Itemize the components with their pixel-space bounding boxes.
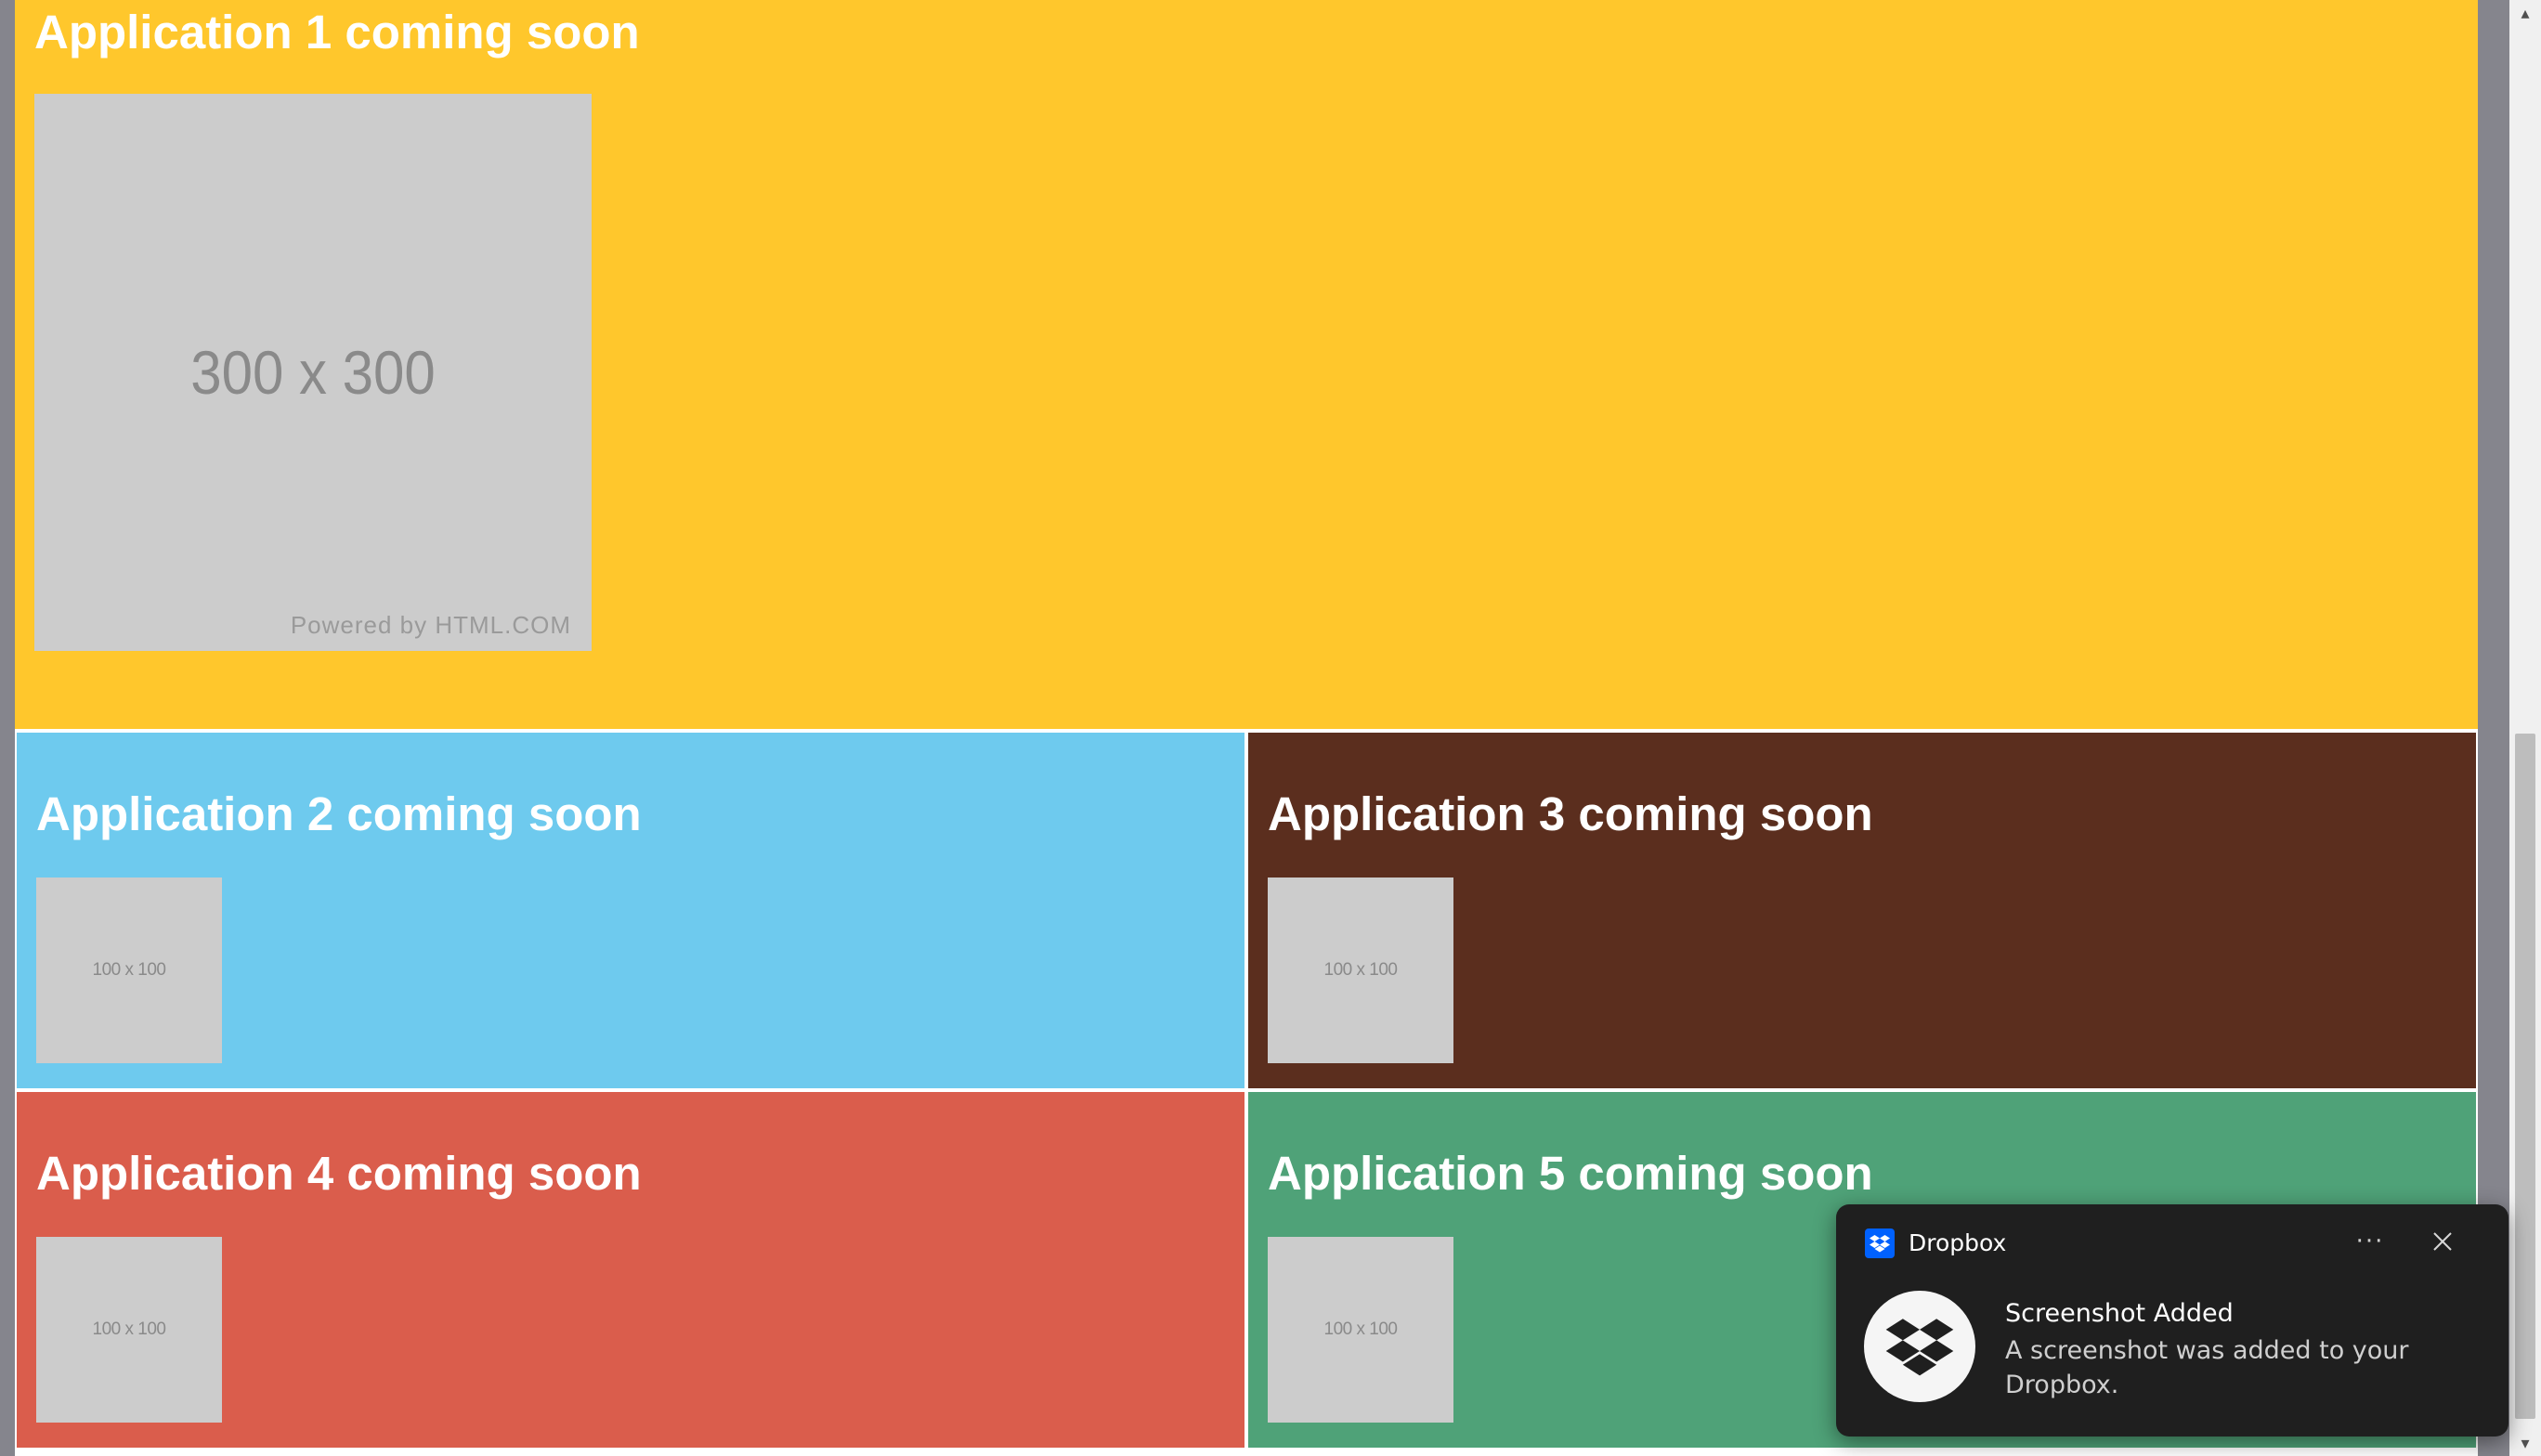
dropbox-logo-large — [1885, 1319, 1954, 1376]
placeholder-label: 100 x 100 — [1323, 960, 1398, 980]
notification-title: Screenshot Added — [2005, 1299, 2234, 1328]
placeholder-image-300: 300 x 300 Powered by HTML.COM — [34, 94, 592, 651]
notification-body: A screenshot was added to your Dropbox. — [2005, 1336, 2409, 1399]
vertical-scrollbar[interactable]: ▴ ▾ — [2509, 0, 2541, 1456]
placeholder-label: 100 x 100 — [92, 960, 166, 980]
placeholder-image-100: 100 x 100 — [36, 1237, 222, 1423]
dropbox-logo-icon — [1864, 1291, 1975, 1402]
dropbox-icon — [1865, 1228, 1895, 1258]
panel-title: Application 2 coming soon — [36, 787, 642, 840]
panel-application-4: Application 4 coming soon 100 x 100 — [17, 1092, 1244, 1448]
panel-application-1: Application 1 coming soon 300 x 300 Powe… — [15, 0, 2478, 729]
placeholder-image-100: 100 x 100 — [36, 878, 222, 1063]
placeholder-image-100: 100 x 100 — [1268, 878, 1453, 1063]
placeholder-label: 100 x 100 — [92, 1320, 166, 1339]
scroll-down-arrow-icon[interactable]: ▾ — [2509, 1430, 2541, 1456]
notification-toast[interactable]: Dropbox ··· Screenshot Added A screensho… — [1836, 1204, 2508, 1436]
panel-application-2: Application 2 coming soon 100 x 100 — [17, 733, 1244, 1088]
panel-application-3: Application 3 coming soon 100 x 100 — [1248, 733, 2476, 1088]
close-icon — [2433, 1232, 2452, 1251]
close-button[interactable] — [2419, 1221, 2466, 1262]
panel-title: Application 4 coming soon — [36, 1147, 642, 1200]
panel-title: Application 5 coming soon — [1268, 1147, 1873, 1200]
panel-title: Application 3 coming soon — [1268, 787, 1873, 840]
dropbox-logo-small — [1870, 1235, 1890, 1253]
scroll-up-arrow-icon[interactable]: ▴ — [2509, 0, 2541, 26]
placeholder-image-100: 100 x 100 — [1268, 1237, 1453, 1423]
notification-app-name: Dropbox — [1909, 1229, 2007, 1256]
placeholder-label: 300 x 300 — [190, 338, 436, 407]
placeholder-credit: Powered by HTML.COM — [290, 611, 571, 639]
scroll-thumb[interactable] — [2515, 734, 2535, 1419]
more-options-button[interactable]: ··· — [2347, 1221, 2393, 1262]
panel-title: Application 1 coming soon — [34, 6, 640, 58]
placeholder-label: 100 x 100 — [1323, 1320, 1398, 1339]
